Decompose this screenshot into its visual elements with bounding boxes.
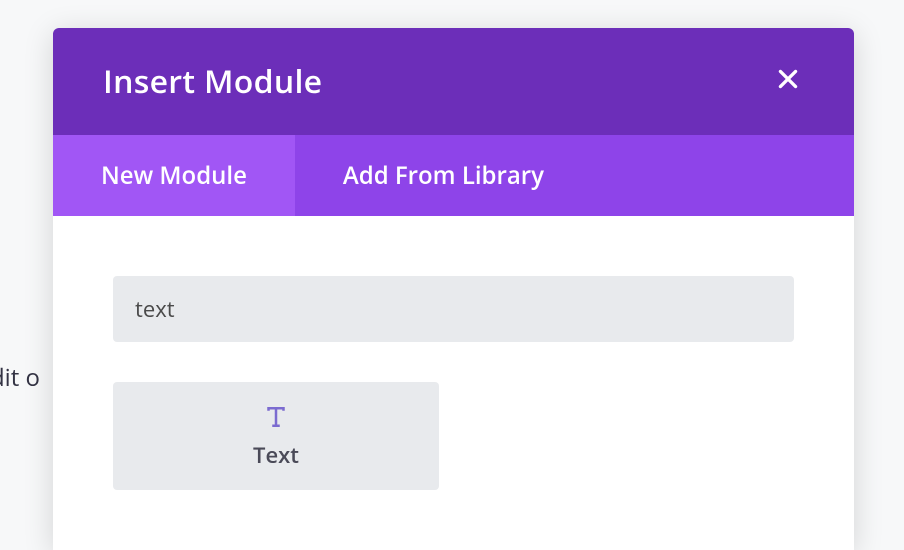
background-partial-text: dit o	[0, 361, 40, 394]
module-label: Text	[253, 440, 299, 470]
tab-new-module[interactable]: New Module	[53, 135, 295, 216]
close-button[interactable]	[772, 66, 804, 98]
search-input[interactable]	[113, 276, 794, 342]
tab-add-from-library[interactable]: Add From Library	[295, 135, 592, 216]
text-icon	[261, 402, 291, 432]
tabs: New Module Add From Library	[53, 135, 854, 216]
close-icon	[775, 66, 801, 97]
modal-header: Insert Module	[53, 28, 854, 135]
modules-grid: Text	[113, 382, 794, 490]
insert-module-modal: Insert Module New Module Add From Librar…	[53, 28, 854, 550]
modal-title: Insert Module	[103, 60, 322, 103]
module-item-text[interactable]: Text	[113, 382, 439, 490]
modal-body: Text	[53, 216, 854, 550]
